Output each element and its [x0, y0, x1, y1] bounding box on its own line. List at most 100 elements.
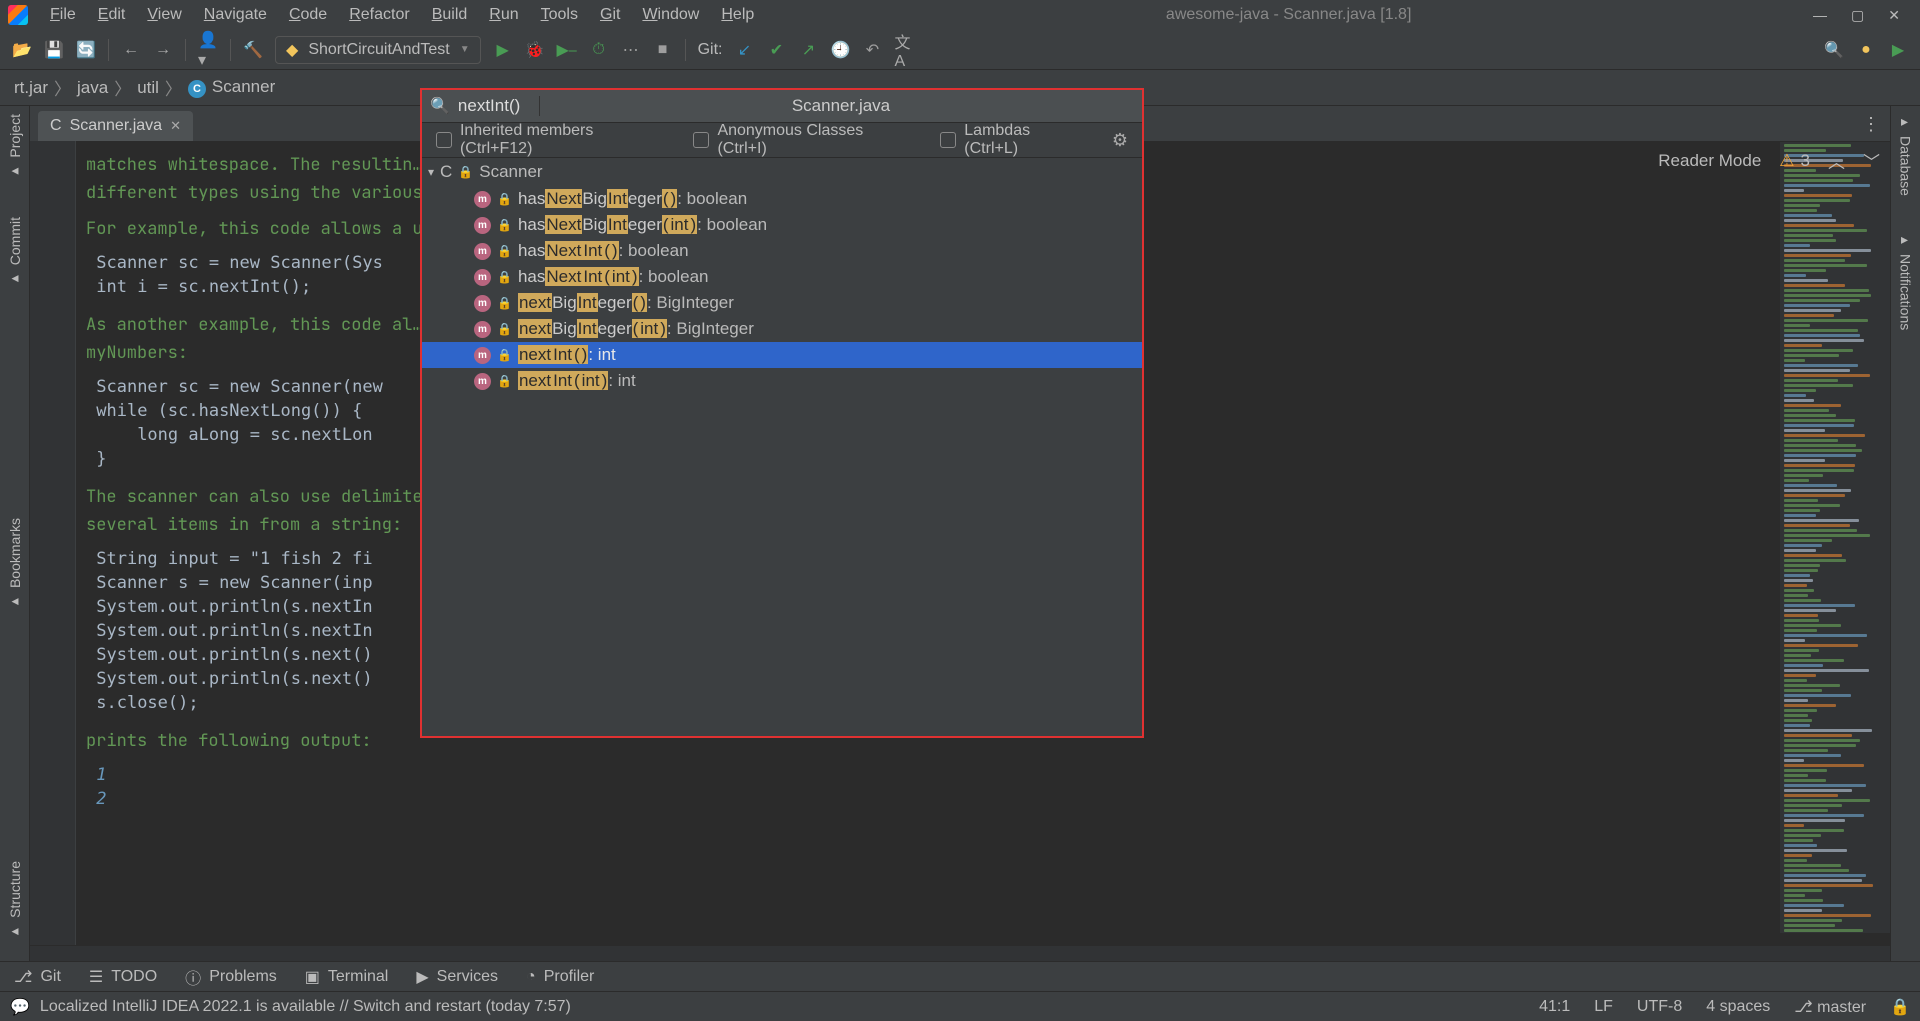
- open-file-icon[interactable]: 📂: [12, 40, 32, 60]
- breadcrumb-rt.jar[interactable]: rt.jar: [10, 78, 52, 98]
- breadcrumb-util[interactable]: util: [133, 78, 163, 98]
- warning-icon: ⚠: [1779, 151, 1794, 171]
- class-icon: C: [50, 117, 62, 135]
- editor-tab-scanner[interactable]: C Scanner.java ✕: [38, 111, 193, 141]
- toolwindow-structure[interactable]: ▸Structure: [7, 861, 23, 941]
- toolwindow-icon: ▸: [11, 594, 18, 611]
- reader-mode-toggle[interactable]: Reader Mode: [1658, 151, 1761, 171]
- lock-icon[interactable]: 🔒: [1890, 997, 1910, 1017]
- tree-item[interactable]: m🔒hasNextInt(int): boolean: [422, 264, 1142, 290]
- back-icon[interactable]: ←: [121, 40, 141, 60]
- code-line: Scanner s = new Scanner(inp: [96, 573, 372, 593]
- code-minimap[interactable]: [1780, 142, 1890, 933]
- menu-build[interactable]: Build: [422, 2, 478, 28]
- prev-highlight-icon[interactable]: ︿: [1828, 148, 1845, 173]
- toolwindow-problems[interactable]: ⓘProblems: [185, 965, 277, 989]
- coverage-icon[interactable]: ▶⎯: [557, 40, 577, 60]
- sync-icon[interactable]: 🔄: [76, 40, 96, 60]
- toolwindow-commit[interactable]: ▸Commit: [7, 217, 23, 288]
- lock-icon: 🔒: [497, 244, 512, 258]
- build-icon[interactable]: 🔨: [243, 40, 263, 60]
- profile-icon[interactable]: ⏱: [589, 40, 609, 60]
- horizontal-scrollbar[interactable]: [30, 945, 1890, 961]
- caret-position[interactable]: 41:1: [1539, 998, 1570, 1016]
- notification-icon[interactable]: 💬: [10, 997, 30, 1017]
- indent-setting[interactable]: 4 spaces: [1706, 998, 1770, 1016]
- menu-refactor[interactable]: Refactor: [339, 2, 419, 28]
- filter-inherited-checkbox[interactable]: Inherited members (Ctrl+F12): [436, 122, 669, 158]
- ide-updates-icon[interactable]: ●: [1856, 40, 1876, 60]
- run-with-coverage-icon[interactable]: 👤▾: [198, 40, 218, 60]
- warnings-badge[interactable]: ⚠3: [1779, 151, 1810, 171]
- line-separator[interactable]: LF: [1594, 998, 1613, 1016]
- menu-git[interactable]: Git: [590, 2, 630, 28]
- search-icon[interactable]: 🔍: [1824, 40, 1844, 60]
- git-branch[interactable]: ⎇ master: [1794, 997, 1866, 1017]
- right-tool-strip: ▸Database ▸Notifications: [1890, 106, 1920, 961]
- toolwindow-bookmarks[interactable]: ▸Bookmarks: [7, 518, 23, 611]
- tree-item[interactable]: m🔒nextInt(): int: [422, 342, 1142, 368]
- file-encoding[interactable]: UTF-8: [1637, 998, 1682, 1016]
- toolwindow-notifications[interactable]: ▸Notifications: [1898, 232, 1914, 330]
- tab-overflow-icon[interactable]: ⋮: [1852, 108, 1890, 141]
- menu-view[interactable]: View: [137, 2, 191, 28]
- tree-item[interactable]: m🔒nextInt(int): int: [422, 368, 1142, 394]
- toolwindow-terminal[interactable]: ▣Terminal: [305, 967, 389, 987]
- breadcrumb-java[interactable]: java: [73, 78, 112, 98]
- toolwindow-services[interactable]: ▶Services: [416, 967, 498, 987]
- menu-edit[interactable]: Edit: [88, 2, 136, 28]
- menu-tools[interactable]: Tools: [531, 2, 588, 28]
- lock-icon: 🔒: [497, 296, 512, 310]
- code-with-me-icon[interactable]: ▶: [1888, 40, 1908, 60]
- tree-item[interactable]: m🔒nextBigInteger(int): BigInteger: [422, 316, 1142, 342]
- toolwindow-todo[interactable]: ☰TODO: [89, 967, 157, 987]
- gear-icon[interactable]: ⚙: [1112, 130, 1128, 151]
- popup-filters: Inherited members (Ctrl+F12) Anonymous C…: [422, 122, 1142, 158]
- minimize-button[interactable]: —: [1813, 7, 1827, 24]
- tree-item[interactable]: m🔒hasNextBigInteger(): boolean: [422, 186, 1142, 212]
- attach-icon[interactable]: ⋯: [621, 40, 641, 60]
- stop-icon[interactable]: ■: [653, 40, 673, 60]
- filter-anon-checkbox[interactable]: Anonymous Classes (Ctrl+I): [693, 122, 916, 158]
- run-icon[interactable]: ▶: [493, 40, 513, 60]
- toolwindow-git[interactable]: ⎇Git: [14, 967, 61, 987]
- menu-navigate[interactable]: Navigate: [194, 2, 277, 28]
- tree-root-scanner[interactable]: ▾ C 🔒 Scanner: [422, 158, 1142, 186]
- tree-item[interactable]: m🔒hasNextInt(): boolean: [422, 238, 1142, 264]
- toolwindow-profiler[interactable]: ◔Profiler: [526, 968, 594, 986]
- search-icon: 🔍: [430, 96, 450, 116]
- filter-lambda-checkbox[interactable]: Lambdas (Ctrl+L): [940, 122, 1088, 158]
- toolwindow-database[interactable]: ▸Database: [1898, 114, 1914, 196]
- toolwindow-project[interactable]: ▸Project: [7, 114, 23, 181]
- git-commit-icon[interactable]: ✔: [767, 40, 787, 60]
- menu-window[interactable]: Window: [632, 2, 709, 28]
- menu-code[interactable]: Code: [279, 2, 337, 28]
- debug-icon[interactable]: 🐞: [525, 40, 545, 60]
- close-tab-icon[interactable]: ✕: [170, 118, 181, 134]
- close-button[interactable]: ✕: [1888, 7, 1900, 24]
- run-configuration-selector[interactable]: ◆ ShortCircuitAndTest ▼: [275, 36, 481, 64]
- translate-icon[interactable]: 文A: [895, 40, 915, 60]
- next-highlight-icon[interactable]: ﹀: [1863, 148, 1880, 173]
- code-line: System.out.println(s.nextIn: [96, 621, 372, 641]
- tree-item[interactable]: m🔒hasNextBigInteger(int): boolean: [422, 212, 1142, 238]
- git-push-icon[interactable]: ↗: [799, 40, 819, 60]
- tree-item[interactable]: m🔒nextBigInteger(): BigInteger: [422, 290, 1142, 316]
- breadcrumb-leaf[interactable]: CScanner: [184, 77, 279, 98]
- menu-run[interactable]: Run: [479, 2, 528, 28]
- git-rollback-icon[interactable]: ↶: [863, 40, 883, 60]
- maximize-button[interactable]: ▢: [1851, 7, 1864, 24]
- breadcrumb-separator: 〉: [112, 75, 133, 100]
- menu-help[interactable]: Help: [711, 2, 764, 28]
- forward-icon[interactable]: →: [153, 40, 173, 60]
- method-icon: m: [474, 321, 491, 338]
- save-all-icon[interactable]: 💾: [44, 40, 64, 60]
- code-line: long aLong = sc.nextLon: [96, 425, 372, 445]
- menu-file[interactable]: File: [40, 2, 86, 28]
- git-history-icon[interactable]: 🕘: [831, 40, 851, 60]
- method-signature: hasNextInt(int): boolean: [518, 267, 709, 287]
- popup-search-input[interactable]: [458, 96, 528, 116]
- method-icon: m: [474, 373, 491, 390]
- popup-search-field[interactable]: 🔍: [422, 96, 540, 116]
- git-update-icon[interactable]: ↙: [735, 40, 755, 60]
